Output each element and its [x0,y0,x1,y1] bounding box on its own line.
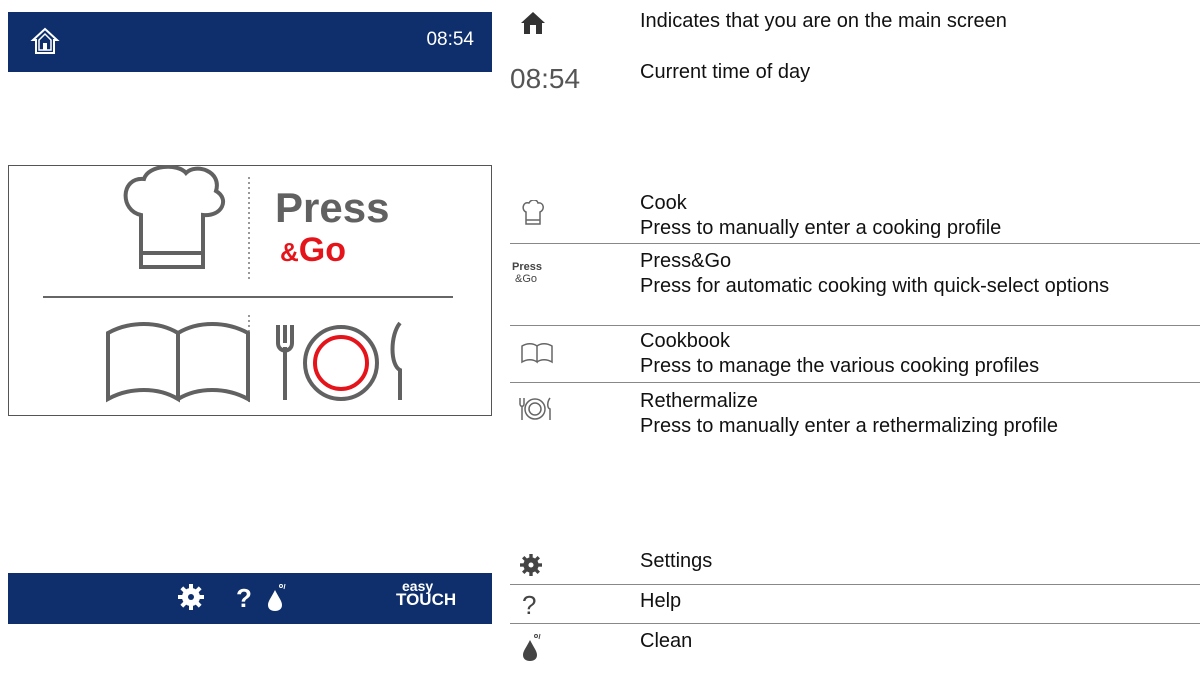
help-icon[interactable]: ? [236,583,252,614]
legend-reth-title: Rethermalize [640,390,758,412]
plate-cutlery-icon [519,397,551,420]
legend-clean-text: Clean [640,630,693,652]
legend-pressgo-title: Press&Go [640,250,732,272]
chef-hat-icon [123,165,226,269]
plate-cutlery-icon [276,321,402,401]
legend-clock-text: Current time of day [640,61,811,83]
open-book-icon [521,343,553,364]
open-book-icon [106,322,250,403]
settings-gear-icon[interactable] [178,584,204,610]
rethermalize-button[interactable] [276,321,402,401]
divider [510,584,1200,585]
clock-sample: 08:54 [510,63,581,94]
help-icon: ? [522,590,537,620]
divider [510,623,1200,624]
legend-settings-text: Settings [640,550,713,572]
press-go-icon-go: &Go [515,273,538,285]
easytouch-logo: easy TOUCH [396,578,457,609]
home-icon [521,12,545,34]
clean-drop-icon [523,633,541,661]
legend-pressgo-desc: Press for automatic cooking with quick-s… [640,275,1110,297]
legend-cook-title: Cook [640,192,687,214]
status-bar: 08:54 [8,12,492,72]
press-go-icon-press: Press [512,261,542,273]
divider [510,325,1200,326]
divider [510,382,1200,383]
gear-icon [520,554,542,576]
legend: Indicates that you are on the main scree… [510,0,1200,678]
legend-cook-desc: Press to manually enter a cooking profil… [640,217,1002,239]
cook-button[interactable] [123,165,226,269]
legend-cookbook-title: Cookbook [640,330,731,352]
cookbook-button[interactable] [106,322,250,403]
legend-help-text: Help [640,590,682,612]
legend-reth-desc: Press to manually enter a rethermalizing… [640,415,1058,437]
clock: 08:54 [426,29,474,50]
legend-cookbook-desc: Press to manage the various cooking prof… [640,355,1040,377]
go-label: &Go [280,231,346,269]
clean-drop-icon[interactable] [265,582,287,612]
legend-home-text: Indicates that you are on the main scree… [640,10,1007,32]
press-label: Press [275,184,390,231]
home-icon[interactable] [30,26,60,56]
divider [510,243,1200,244]
chef-hat-icon [522,200,544,225]
